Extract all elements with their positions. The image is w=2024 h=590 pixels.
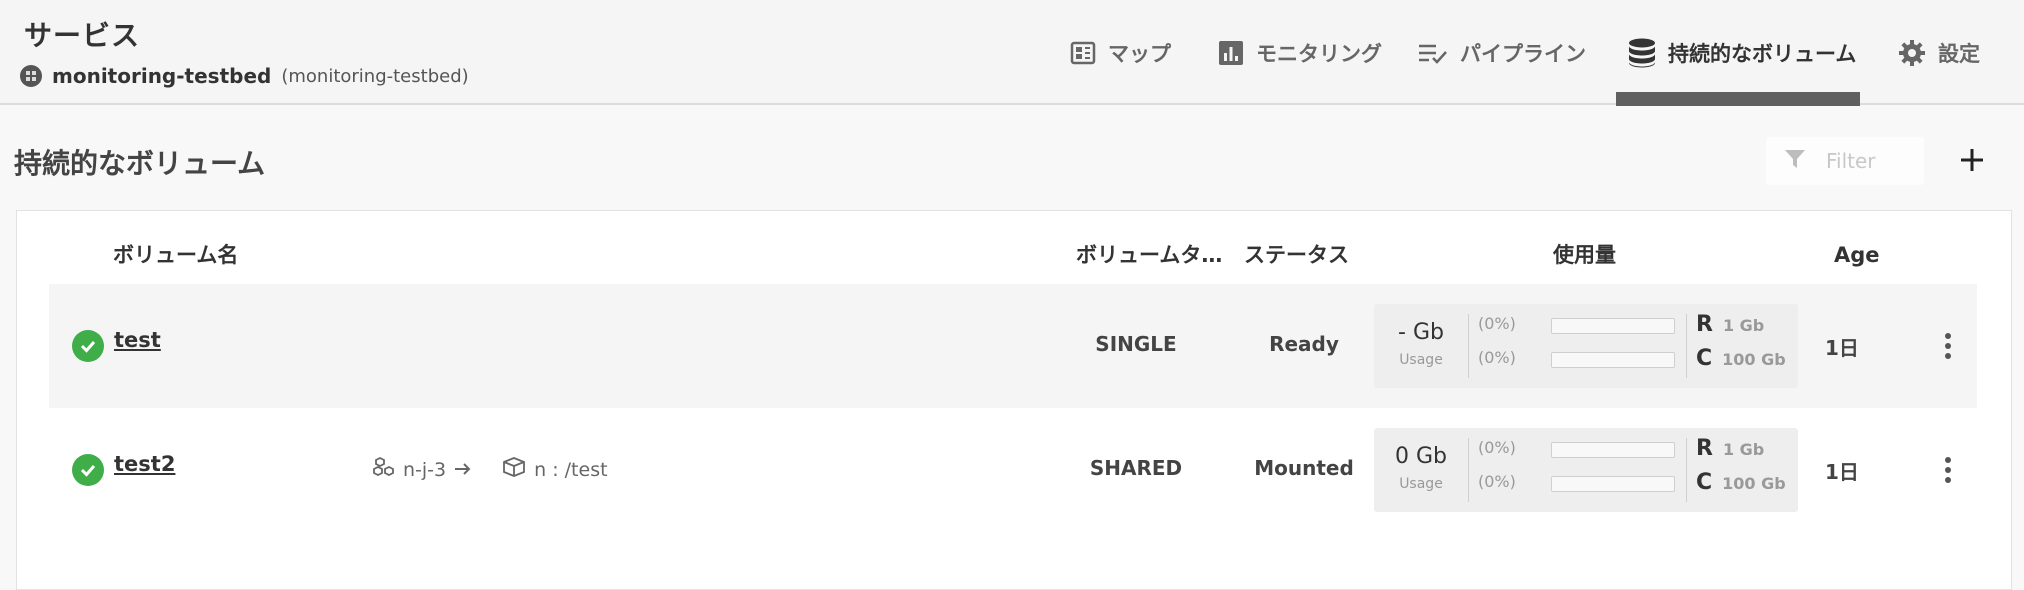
active-tab-indicator	[1616, 92, 1860, 106]
mount-info: n-j-3 n : /test	[373, 456, 608, 483]
read-percent: (0%)	[1478, 314, 1516, 333]
section-title: 持続的なボリューム	[14, 147, 266, 180]
read-size: R 1 Gb	[1696, 312, 1765, 337]
node-name: n-j-3	[403, 458, 447, 481]
tab-map-label: マップ	[1108, 41, 1171, 66]
tab-settings[interactable]: 設定	[1898, 0, 1980, 105]
arrow-right-icon	[454, 459, 472, 481]
volume-status: Ready	[1269, 332, 1339, 356]
volume-status: Mounted	[1254, 456, 1354, 480]
tab-monitoring[interactable]: モニタリング	[1218, 0, 1382, 105]
service-namespace: (monitoring-testbed)	[281, 65, 469, 87]
mount-box-icon	[502, 456, 526, 483]
read-percent: (0%)	[1478, 438, 1516, 457]
filter-field[interactable]	[1766, 137, 1924, 185]
volume-name-link[interactable]: test2	[114, 452, 175, 476]
column-header-age[interactable]: Age	[1834, 240, 1880, 270]
tab-persistent-volumes-label: 持続的なボリューム	[1668, 41, 1857, 66]
service-info: monitoring-testbed (monitoring-testbed)	[20, 62, 469, 90]
volume-age: 1日	[1825, 460, 1859, 484]
volume-name-link[interactable]: test	[114, 328, 161, 352]
capacity-size: C 100 Gb	[1696, 470, 1786, 495]
usage-value: 0 Gb	[1394, 444, 1447, 469]
gear-icon	[1898, 39, 1926, 67]
mount-path: n : /test	[534, 458, 608, 481]
database-icon	[1628, 38, 1656, 68]
usage-panel: 0 Gb Usage (0%) (0%) R 1 Gb C 100 Gb	[1374, 428, 1798, 512]
pipeline-icon	[1418, 42, 1448, 64]
column-header-type[interactable]: ボリュームタ…	[1076, 240, 1222, 270]
usage-panel: - Gb Usage (0%) (0%) R 1 Gb C 100 Gb	[1374, 304, 1798, 388]
service-icon	[20, 65, 42, 87]
tab-monitoring-label: モニタリング	[1256, 41, 1382, 66]
tab-settings-label: 設定	[1938, 41, 1980, 66]
capacity-percent: (0%)	[1478, 472, 1516, 491]
read-progress-bar	[1551, 318, 1675, 334]
map-icon	[1070, 40, 1096, 66]
capacity-progress-bar	[1551, 352, 1675, 368]
table-row[interactable]: test2 n-j-3 n : /test SHARED Mounted 0 G…	[49, 408, 1977, 532]
plus-icon	[1961, 149, 1983, 171]
column-header-usage[interactable]: 使用量	[1553, 240, 1616, 270]
tab-map[interactable]: マップ	[1070, 0, 1171, 105]
tab-persistent-volumes[interactable]: 持続的なボリューム	[1628, 0, 1856, 105]
divider	[1686, 314, 1687, 378]
divider	[1468, 438, 1469, 502]
read-progress-bar	[1551, 442, 1675, 458]
read-size: R 1 Gb	[1696, 436, 1765, 461]
volume-type: SINGLE	[1095, 332, 1177, 356]
table-row[interactable]: test SINGLE Ready - Gb Usage (0%) (0%) R…	[49, 284, 1977, 408]
capacity-size: C 100 Gb	[1696, 346, 1786, 371]
column-header-name[interactable]: ボリューム名	[113, 240, 238, 270]
volume-type: SHARED	[1089, 456, 1183, 480]
row-menu-button[interactable]	[1938, 330, 1958, 362]
kebab-menu-icon	[1945, 457, 1951, 463]
capacity-progress-bar	[1551, 476, 1675, 492]
header-bar: サービス monitoring-testbed (monitoring-test…	[0, 0, 2024, 106]
column-header-status[interactable]: ステータス	[1244, 240, 1349, 270]
tab-pipeline[interactable]: パイプライン	[1418, 0, 1586, 105]
volume-age: 1日	[1825, 336, 1859, 360]
check-circle-icon	[72, 330, 104, 362]
tab-pipeline-label: パイプライン	[1460, 41, 1586, 66]
chart-icon	[1218, 40, 1244, 66]
filter-input[interactable]	[1824, 148, 1918, 174]
filter-icon	[1784, 148, 1806, 174]
divider	[1686, 438, 1687, 502]
check-circle-icon	[72, 454, 104, 486]
nodes-icon	[373, 456, 395, 483]
usage-label: Usage	[1399, 476, 1443, 492]
divider	[1468, 314, 1469, 378]
add-volume-button[interactable]	[1954, 140, 1990, 180]
kebab-menu-icon	[1945, 333, 1951, 339]
page-title: サービス	[24, 19, 141, 52]
usage-label: Usage	[1399, 352, 1443, 368]
usage-value: - Gb	[1398, 320, 1444, 345]
capacity-percent: (0%)	[1478, 348, 1516, 367]
row-menu-button[interactable]	[1938, 454, 1958, 486]
service-name: monitoring-testbed	[52, 64, 272, 88]
